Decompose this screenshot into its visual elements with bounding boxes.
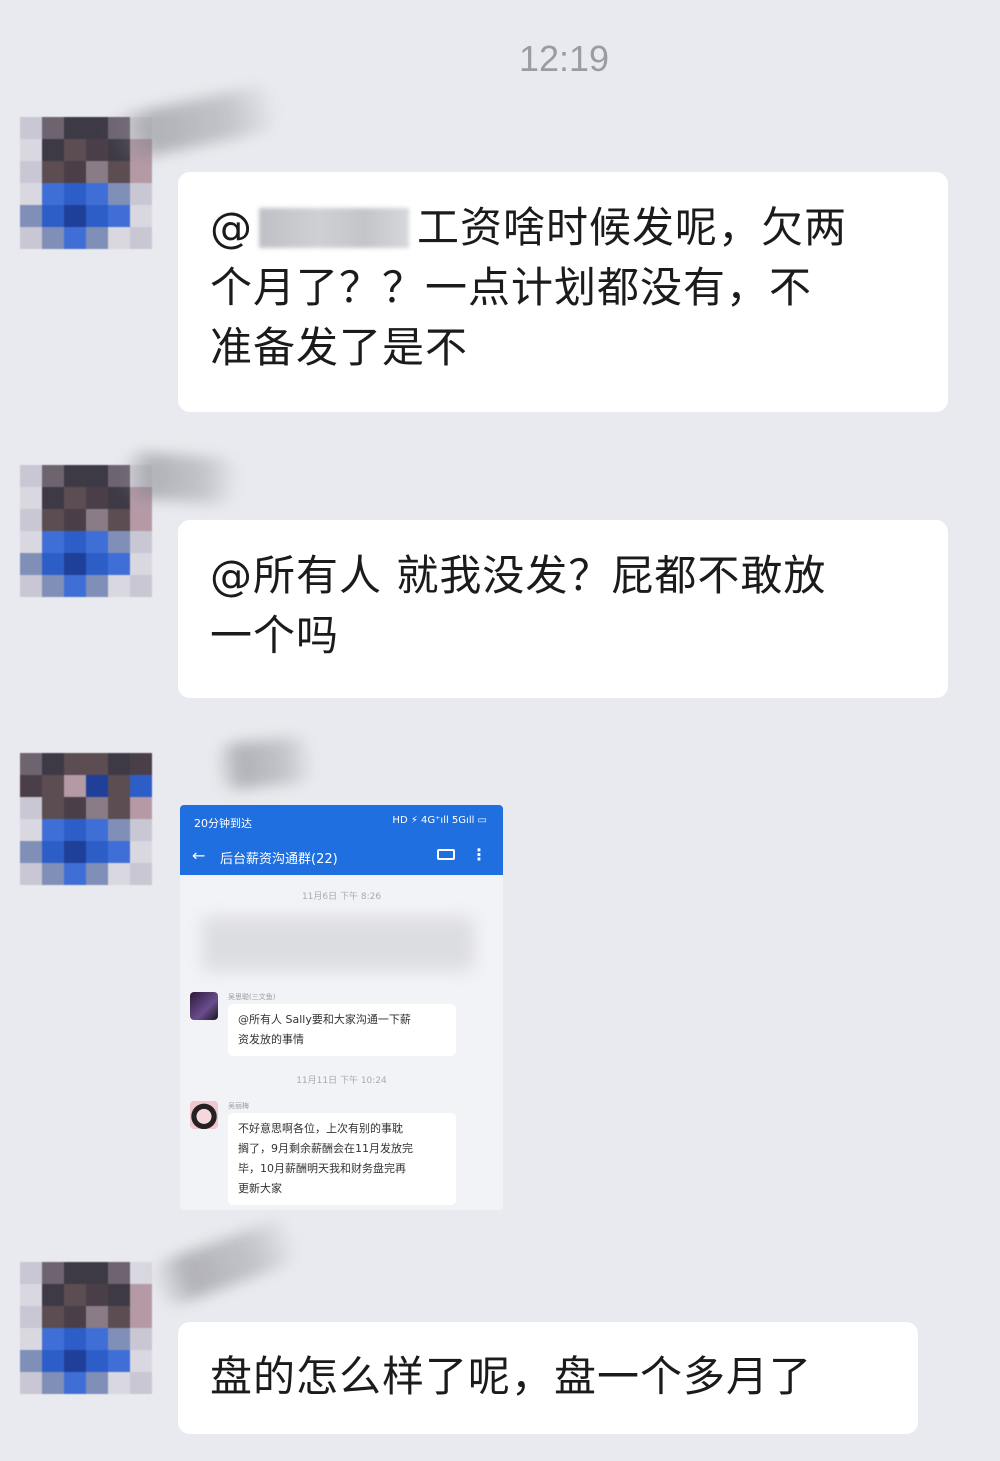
screenshot-message-bubble: @所有人 Sally要和大家沟通一下薪 资发放的事情 xyxy=(228,1004,456,1056)
chat-timestamp: 12:19 xyxy=(518,38,610,79)
screenshot-message-text: @所有人 Sally要和大家沟通一下薪 xyxy=(238,1013,411,1026)
arrow-left-icon: ← xyxy=(192,846,206,865)
message-bubble[interactable]: 盘的怎么样了呢，盘一个多月了 xyxy=(178,1322,918,1434)
sender-name-blurred xyxy=(212,734,318,792)
sender-name-blurred xyxy=(107,82,283,164)
avatar[interactable] xyxy=(20,1262,152,1394)
message-bubble[interactable]: @ 工资啥时候发呢，欠两 个月了？？一点计划都没有，不 准备发了是不 xyxy=(178,172,948,412)
screenshot-timestamp: 11月11日 下午 10:24 xyxy=(296,1076,387,1086)
video-call-icon xyxy=(437,849,455,860)
message-text: 盘的怎么样了呢，盘一个多月了 xyxy=(210,1352,813,1401)
message-text: @所有人 就我没发？屁都不敢放 xyxy=(210,551,827,600)
mention-prefix: @ xyxy=(210,203,253,252)
screenshot-message-text: 毕，10月薪酬明天我和财务盘完再 xyxy=(238,1162,406,1175)
sender-name-blurred xyxy=(146,1215,304,1311)
screenshot-sender-name: 吴丽梅 xyxy=(228,1102,249,1110)
mention-name-blurred xyxy=(259,208,409,248)
message-text: 工资啥时候发呢，欠两 xyxy=(417,203,848,252)
screenshot-message-bubble: 不好意思啊各位，上次有别的事耽 搁了，9月剩余薪酬会在11月发放完 毕，10月薪… xyxy=(228,1113,456,1205)
screenshot-sender-name: 吴思聪(三文鱼) xyxy=(228,993,276,1001)
sender-name-blurred xyxy=(118,450,242,506)
screenshot-message-text: 更新大家 xyxy=(238,1182,282,1195)
message-bubble[interactable]: @所有人 就我没发？屁都不敢放 一个吗 xyxy=(178,520,948,698)
screenshot-message-text: 资发放的事情 xyxy=(238,1033,304,1046)
screenshot-status-icons: HD ⚡ 4G⁺ıll 5Gıll ▭ xyxy=(392,815,487,826)
image-message-screenshot[interactable]: 20分钟到达 HD ⚡ 4G⁺ıll 5Gıll ▭ ← 后台薪资沟通群(22)… xyxy=(180,805,503,1210)
screenshot-timestamp: 11月6日 下午 8:26 xyxy=(301,892,382,902)
screenshot-message-text: 搁了，9月剩余薪酬会在11月发放完 xyxy=(238,1142,413,1155)
screenshot-group-title: 后台薪资沟通群(22) xyxy=(220,852,338,867)
avatar xyxy=(190,992,218,1020)
screenshot-header: 20分钟到达 HD ⚡ 4G⁺ıll 5Gıll ▭ ← 后台薪资沟通群(22)… xyxy=(180,805,503,875)
blurred-message xyxy=(202,917,474,971)
avatar xyxy=(190,1101,218,1129)
message-text: 一个吗 xyxy=(210,611,340,660)
avatar[interactable] xyxy=(20,753,152,885)
message-text: 准备发了是不 xyxy=(210,323,469,372)
screenshot-message-text: 不好意思啊各位，上次有别的事耽 xyxy=(238,1122,403,1135)
screenshot-status-left: 20分钟到达 xyxy=(194,817,252,830)
message-line: @ 工资啥时候发呢，欠两 xyxy=(210,198,916,258)
message-text: 个月了？？一点计划都没有，不 xyxy=(210,263,813,312)
more-vertical-icon: ⋮ xyxy=(471,845,487,864)
